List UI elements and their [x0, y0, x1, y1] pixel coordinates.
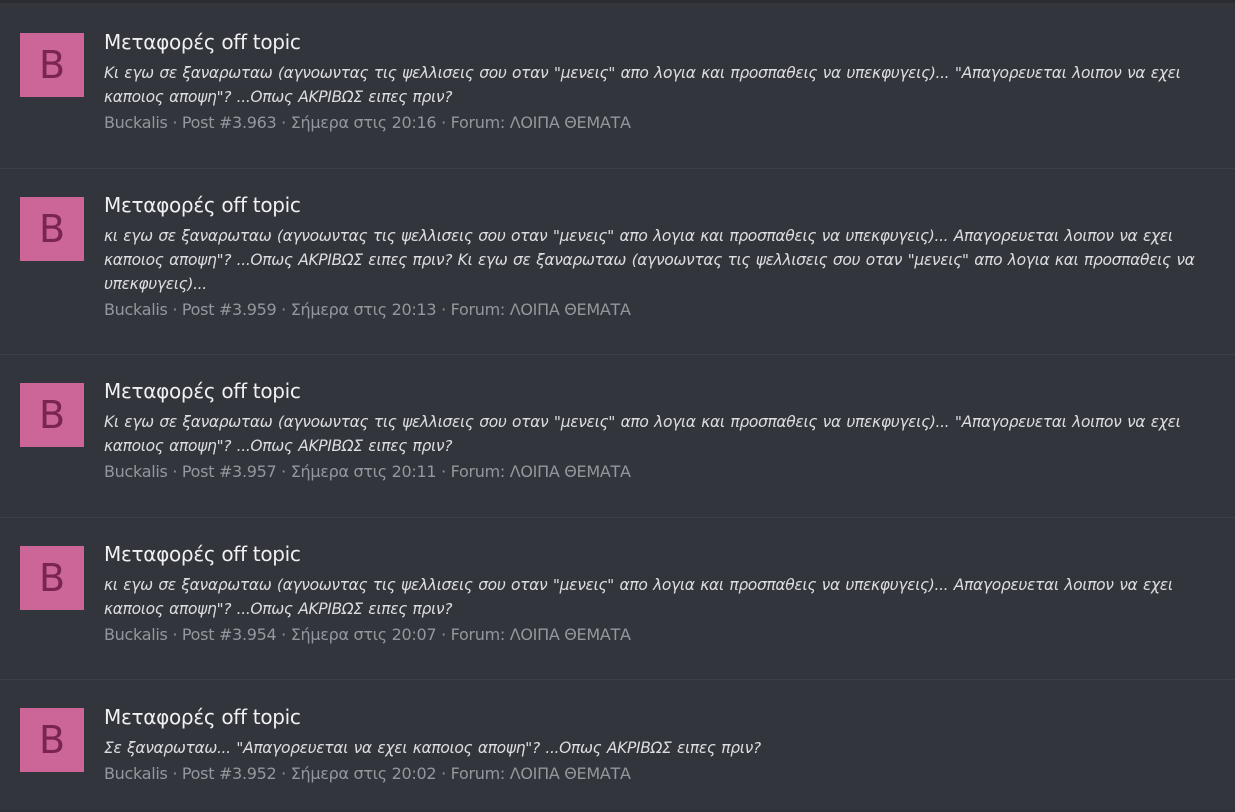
meta-separator: ·: [276, 113, 291, 132]
post-time: Σήμερα στις 20:11: [290, 462, 437, 481]
meta-separator: ·: [436, 625, 451, 644]
forum-link[interactable]: Forum: ΛΟΙΠΑ ΘΕΜΑΤΑ: [451, 625, 631, 644]
meta-separator: ·: [167, 300, 182, 319]
search-result-item: B Μεταφορές off topic Κι εγω σε ξαναρωτα…: [0, 3, 1235, 169]
search-result-item: B Μεταφορές off topic κι εγω σε ξαναρωτα…: [0, 169, 1235, 355]
meta-separator: ·: [167, 764, 182, 783]
result-content: Μεταφορές off topic Σε ξαναρωταω... "Απα…: [104, 705, 1219, 785]
forum-link[interactable]: Forum: ΛΟΙΠΑ ΘΕΜΑΤΑ: [451, 113, 631, 132]
meta-separator: ·: [436, 462, 451, 481]
author-link[interactable]: Buckalis: [104, 625, 168, 644]
meta-separator: ·: [436, 113, 451, 132]
post-number-link[interactable]: Post #3.963: [182, 113, 277, 132]
meta-separator: ·: [276, 625, 291, 644]
result-content: Μεταφορές off topic Κι εγω σε ξαναρωταω …: [104, 30, 1219, 134]
meta-separator: ·: [167, 113, 182, 132]
search-result-item: B Μεταφορές off topic κι εγω σε ξαναρωτα…: [0, 518, 1235, 680]
result-snippet: Κι εγω σε ξαναρωταω (αγνοωντας τις ψελλι…: [104, 64, 1181, 106]
avatar[interactable]: B: [20, 546, 84, 610]
post-time: Σήμερα στις 20:02: [290, 764, 437, 783]
result-content: Μεταφορές off topic κι εγω σε ξαναρωταω …: [104, 193, 1219, 321]
result-meta: Buckalis · Post #3.952 · Σήμερα στις 20:…: [104, 763, 1219, 785]
avatar[interactable]: B: [20, 33, 84, 97]
result-meta: Buckalis · Post #3.954 · Σήμερα στις 20:…: [104, 624, 1219, 646]
result-snippet: κι εγω σε ξαναρωταω (αγνοωντας τις ψελλι…: [104, 576, 1173, 618]
author-link[interactable]: Buckalis: [104, 462, 168, 481]
avatar[interactable]: B: [20, 383, 84, 447]
post-number-link[interactable]: Post #3.957: [182, 462, 277, 481]
meta-separator: ·: [276, 300, 291, 319]
post-number-link[interactable]: Post #3.952: [182, 764, 277, 783]
post-number-link[interactable]: Post #3.959: [182, 300, 277, 319]
meta-separator: ·: [436, 300, 451, 319]
post-time: Σήμερα στις 20:07: [290, 625, 437, 644]
meta-separator: ·: [167, 625, 182, 644]
result-title-link[interactable]: Μεταφορές off topic: [104, 705, 1219, 729]
result-meta: Buckalis · Post #3.959 · Σήμερα στις 20:…: [104, 299, 1219, 321]
result-meta: Buckalis · Post #3.963 · Σήμερα στις 20:…: [104, 112, 1219, 134]
result-content: Μεταφορές off topic κι εγω σε ξαναρωταω …: [104, 542, 1219, 646]
forum-link[interactable]: Forum: ΛΟΙΠΑ ΘΕΜΑΤΑ: [451, 300, 631, 319]
post-time: Σήμερα στις 20:16: [290, 113, 437, 132]
search-result-item: B Μεταφορές off topic Σε ξαναρωταω... "Α…: [0, 680, 1235, 812]
meta-separator: ·: [436, 764, 451, 783]
post-number-link[interactable]: Post #3.954: [182, 625, 277, 644]
result-content: Μεταφορές off topic Κι εγω σε ξαναρωταω …: [104, 379, 1219, 483]
meta-separator: ·: [276, 764, 291, 783]
author-link[interactable]: Buckalis: [104, 113, 168, 132]
forum-link[interactable]: Forum: ΛΟΙΠΑ ΘΕΜΑΤΑ: [451, 764, 631, 783]
result-meta: Buckalis · Post #3.957 · Σήμερα στις 20:…: [104, 461, 1219, 483]
meta-separator: ·: [276, 462, 291, 481]
meta-separator: ·: [167, 462, 182, 481]
avatar[interactable]: B: [20, 708, 84, 772]
result-snippet: κι εγω σε ξαναρωταω (αγνοωντας τις ψελλι…: [104, 227, 1195, 293]
search-results-list: B Μεταφορές off topic Κι εγω σε ξαναρωτα…: [0, 0, 1235, 809]
avatar[interactable]: B: [20, 197, 84, 261]
forum-link[interactable]: Forum: ΛΟΙΠΑ ΘΕΜΑΤΑ: [451, 462, 631, 481]
post-time: Σήμερα στις 20:13: [290, 300, 437, 319]
author-link[interactable]: Buckalis: [104, 764, 168, 783]
result-title-link[interactable]: Μεταφορές off topic: [104, 193, 1219, 217]
result-title-link[interactable]: Μεταφορές off topic: [104, 30, 1219, 54]
result-snippet: Κι εγω σε ξαναρωταω (αγνοωντας τις ψελλι…: [104, 413, 1181, 455]
result-title-link[interactable]: Μεταφορές off topic: [104, 379, 1219, 403]
result-title-link[interactable]: Μεταφορές off topic: [104, 542, 1219, 566]
result-snippet: Σε ξαναρωταω... "Απαγορευεται να εχει κα…: [104, 739, 761, 757]
author-link[interactable]: Buckalis: [104, 300, 168, 319]
search-result-item: B Μεταφορές off topic Κι εγω σε ξαναρωτα…: [0, 355, 1235, 518]
